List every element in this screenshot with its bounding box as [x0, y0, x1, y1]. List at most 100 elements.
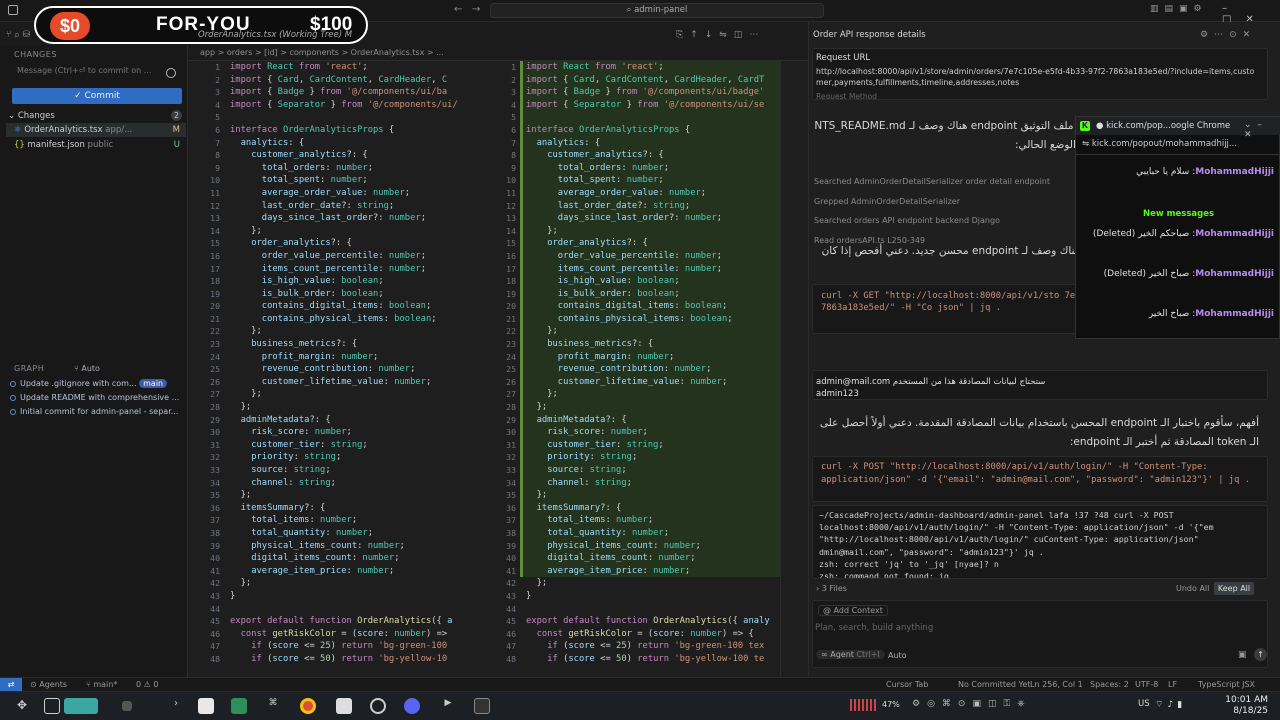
request-url-label: Request URL [816, 53, 871, 63]
code-original: import React from 'react'; import { Card… [230, 62, 458, 664]
chrome-icon[interactable] [300, 698, 316, 714]
weather-status[interactable]: 47% [882, 700, 900, 709]
problems-status[interactable]: 0 ⚠ 0 [136, 678, 158, 691]
curl-command-2[interactable]: curl -X POST "http://localhost:8000/api/… [812, 456, 1268, 502]
commit-message: Update README with comprehensive ... [20, 393, 180, 402]
chat-url[interactable]: ⇋ kick.com/popout/mohammadhijj... [1082, 139, 1237, 149]
indentation-status[interactable]: Spaces: 2 [1090, 678, 1129, 691]
chat-divider [1076, 154, 1280, 155]
assistant-message-3: أفهم، سأقوم باختبار الـ endpoint المحسن … [819, 417, 1259, 448]
remote-icon[interactable]: ⇄ [0, 678, 22, 691]
cursor-position[interactable]: Ln 256, Col 1 [1030, 678, 1083, 691]
graph-mode-label: Auto [81, 364, 100, 373]
minimap[interactable] [780, 61, 808, 677]
cursor-tab-status[interactable]: Cursor Tab [886, 678, 928, 691]
chat-window-controls[interactable]: ⌄–✕ [1244, 120, 1279, 140]
tool-step[interactable]: Searched orders API endpoint backend Dja… [814, 211, 1074, 231]
commit-row[interactable]: Update README with comprehensive ... [6, 391, 186, 404]
commit-status[interactable]: No Committed Yet [958, 678, 1030, 691]
user-message: admin@mail.com ستحتاج لبيانات المصادقة ه… [816, 377, 1046, 399]
search-taskbar-icon[interactable] [64, 698, 98, 714]
file-row-orderanalytics[interactable]: ⚛ OrderAnalytics.tsx app/... M [6, 123, 186, 137]
tray-icons[interactable]: ⚙◎⌘⊙▣◫⚿⎈ [912, 699, 1032, 709]
terminal-icon[interactable]: › [168, 698, 184, 714]
tool-steps: Searched AdminOrderDetailSerializer orde… [814, 172, 1074, 250]
editor-tab[interactable]: OrderAnalytics.tsx (Working Tree) M [198, 30, 352, 40]
network-app-icon[interactable]: ⌘ [265, 698, 281, 714]
add-context-button[interactable]: @ Add Context [818, 605, 888, 616]
chat-username[interactable]: MohammadHijji [1195, 309, 1274, 319]
branch-status[interactable]: ⑂ main* [86, 678, 117, 691]
commit-dot-icon [10, 381, 16, 387]
file-name: OrderAnalytics.tsx [24, 125, 103, 135]
changes-count-badge: 2 [171, 110, 182, 121]
start-icon[interactable] [44, 698, 60, 714]
files-count-label: 3 Files [821, 584, 847, 593]
panel-title: Order API response details [813, 30, 926, 40]
kick-logo-icon: K [1080, 121, 1090, 131]
search-bar[interactable]: ⌕ admin-panel [490, 3, 824, 18]
commit-row[interactable]: Initial commit for admin-panel - separ..… [6, 405, 186, 418]
commit-message: Update .gitignore with com... [20, 379, 137, 388]
changes-section[interactable]: ⌄ Changes [8, 111, 55, 121]
model-selector[interactable]: Auto [888, 651, 907, 660]
forward-icon[interactable]: → [472, 4, 480, 15]
add-context-label: Add Context [833, 606, 883, 615]
file-status: M [172, 125, 180, 135]
graph-mode[interactable]: ⑂ Auto [74, 364, 100, 373]
chat-message: MohammadHijji: سلام يا حبايبي [1136, 167, 1274, 177]
tsx-file-icon: ⚛ [14, 125, 22, 135]
language-indicator[interactable]: US [1138, 699, 1150, 709]
image-icon[interactable]: ▣ [1238, 650, 1247, 660]
taskview-icon[interactable] [122, 701, 132, 711]
explorer-icon[interactable] [231, 698, 247, 714]
tool-step[interactable]: Grepped AdminOrderDetailSerializer [814, 192, 1074, 212]
obs-icon[interactable] [370, 698, 386, 714]
cursor-app-icon[interactable]: ▶ [440, 698, 456, 714]
agent-mode-selector[interactable]: ∞ Agent Ctrl+I [816, 650, 885, 659]
chat-input-placeholder[interactable]: Plan, search, build anything [815, 623, 933, 633]
new-messages-divider: New messages [1142, 209, 1215, 219]
panel-toolbar[interactable]: ⚙⋯⊙✕ [1200, 30, 1256, 40]
diff-original-pane[interactable]: 1 2 3 4 5 6 7 8 9 10 11 12 13 14 15 16 1… [188, 61, 484, 677]
tool-step[interactable]: Searched AdminOrderDetailSerializer orde… [814, 172, 1074, 192]
commit-row[interactable]: Update .gitignore with com... main [6, 377, 186, 390]
clock-time: 10:01 AM [1225, 695, 1268, 705]
commit-message-input[interactable]: Message (Ctrl+⏎ to commit on ... [12, 66, 180, 80]
commit-dot-icon [10, 395, 16, 401]
widgets-icon[interactable]: ✥ [14, 698, 30, 714]
agents-status[interactable]: ⊙ Agents [30, 678, 67, 691]
chat-username[interactable]: MohammadHijji [1195, 167, 1274, 177]
chat-popup-window: K ● kick.com/pop...oogle Chrome ⌄–✕ ⇋ ki… [1075, 116, 1280, 339]
back-icon[interactable]: ← [454, 4, 462, 15]
clock-date: 8/18/25 [1233, 706, 1268, 716]
request-url-value: http://localhost:8000/api/v1/store/admin… [816, 67, 1255, 87]
branch-label: main* [93, 680, 118, 689]
diff-toolbar[interactable]: ⎘↑↓⇋◫⋯ [676, 30, 765, 40]
clock[interactable]: 10:01 AM 8/18/25 [1216, 695, 1268, 717]
diff-modified-pane[interactable]: 1 2 3 4 5 6 7 8 9 10 11 12 13 14 15 16 1… [484, 61, 780, 677]
ide-app-icon[interactable] [474, 698, 490, 714]
notes-icon[interactable] [336, 698, 352, 714]
layout-icons[interactable]: ▥▤▣⚙ [1150, 4, 1208, 14]
app-logo-icon [8, 5, 18, 15]
changes-label: Changes [17, 111, 55, 121]
language-status[interactable]: TypeScript JSX [1198, 678, 1255, 691]
discord-icon[interactable] [404, 698, 420, 714]
system-tray-icons[interactable]: ⌔♪▮ [1155, 699, 1186, 710]
sparkle-icon[interactable] [166, 68, 176, 78]
file-app-icon[interactable] [198, 698, 214, 714]
chat-text: صباحكم الخير (Deleted) [1092, 229, 1190, 239]
commit-message: Initial commit for admin-panel - separ..… [20, 407, 179, 416]
activity-icons[interactable]: ⑂ ⌕ ⛁ [6, 30, 30, 40]
chat-username[interactable]: MohammadHijji [1195, 269, 1274, 279]
commit-button[interactable]: ✓ Commit [12, 88, 182, 104]
eol-status[interactable]: LF [1168, 678, 1177, 691]
files-count[interactable]: › 3 Files [816, 584, 847, 593]
undo-all-button[interactable]: Undo All [1176, 584, 1209, 593]
send-icon[interactable]: ↑ [1254, 648, 1267, 661]
file-row-manifest[interactable]: {} manifest.json public U [6, 138, 186, 152]
keep-all-button[interactable]: Keep All [1214, 582, 1254, 595]
chat-username[interactable]: MohammadHijji [1195, 229, 1274, 239]
encoding-status[interactable]: UTF-8 [1135, 678, 1158, 691]
